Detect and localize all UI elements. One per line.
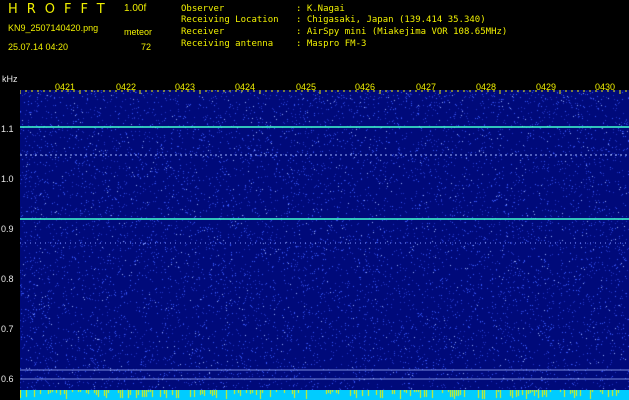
- level-strip: [20, 390, 629, 400]
- receiver-label: Receiver: [181, 27, 225, 37]
- timestamp: 25.07.14 04:20: [8, 42, 69, 52]
- observer-label: Observer: [181, 4, 225, 14]
- app-logo: HROFFT: [8, 2, 114, 17]
- meteor-count: 72: [141, 42, 152, 52]
- y-tick-label: 0.6: [1, 374, 14, 384]
- y-axis-unit: kHz: [2, 74, 18, 84]
- y-tick-label: 1.1: [1, 124, 14, 134]
- antenna-label: Receiving antenna: [181, 39, 274, 49]
- y-tick-label: 0.9: [1, 224, 14, 234]
- spectrogram: [20, 90, 629, 390]
- app-version: 1.00f: [124, 3, 147, 14]
- antenna-value: : Maspro FM-3: [296, 39, 367, 49]
- y-tick-label: 0.8: [1, 274, 14, 284]
- meteor-label: meteor: [124, 27, 153, 37]
- location-label: Receiving Location: [181, 15, 279, 25]
- spectrogram-overlay: [20, 90, 629, 380]
- file-name: KN9_2507140420.png: [8, 23, 99, 33]
- receiver-value: : AirSpy mini (Miakejima VOR 108.65MHz): [296, 27, 508, 37]
- y-tick-label: 0.7: [1, 324, 14, 334]
- hrofft-screen: HROFFT 1.00f KN9_2507140420.png meteor 2…: [0, 0, 629, 400]
- observer-value: : K.Nagai: [296, 4, 345, 14]
- y-tick-label: 1.0: [1, 174, 14, 184]
- location-value: : Chigasaki, Japan (139.414 35.340): [296, 15, 486, 25]
